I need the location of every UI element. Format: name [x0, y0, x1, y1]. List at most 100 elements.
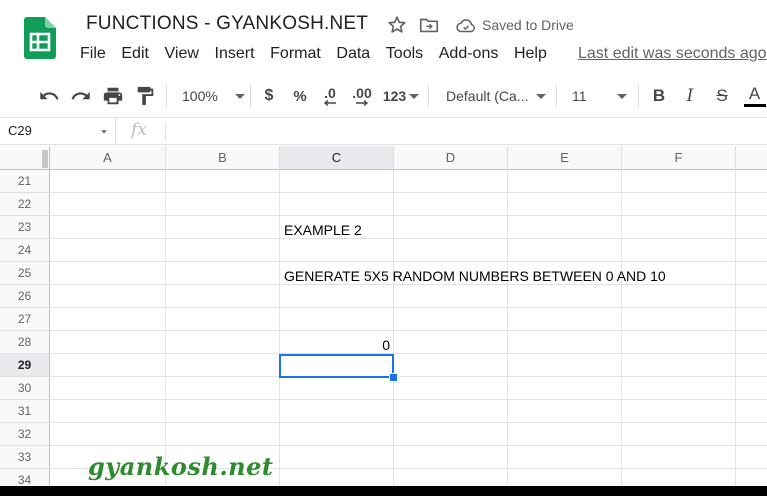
redo-icon	[71, 91, 90, 100]
spreadsheet-grid: A B C D E F 21 22 23 24 25 26 27 28 29 3…	[0, 146, 767, 486]
text-color-label: A	[748, 84, 761, 103]
row-header-33[interactable]: 33	[0, 446, 50, 469]
column-header-a[interactable]: A	[50, 146, 166, 170]
more-formats-label: 123	[382, 88, 407, 104]
cell-c28[interactable]: 0	[280, 337, 390, 353]
menu-edit[interactable]: Edit	[121, 45, 149, 65]
menu-data[interactable]: Data	[336, 45, 370, 65]
row-header-25[interactable]: 25	[0, 262, 50, 285]
decrease-decimal-button[interactable]: .0	[317, 76, 343, 116]
redo-button[interactable]	[68, 76, 94, 116]
row-header-34[interactable]: 34	[0, 469, 50, 486]
paint-format-button[interactable]	[132, 76, 158, 116]
grid-line	[50, 284, 767, 285]
menu-tools[interactable]: Tools	[386, 45, 423, 65]
title-bar: FUNCTIONS - GYANKOSH.NET Saved to Drive …	[0, 0, 767, 72]
decrease-decimal-label: .0	[324, 85, 336, 101]
text-color-button[interactable]: A	[742, 76, 767, 116]
font-size-select[interactable]: 11	[564, 76, 632, 116]
currency-format-button[interactable]: $	[258, 76, 280, 116]
menu-file[interactable]: File	[80, 45, 106, 65]
saved-status[interactable]: Saved to Drive	[482, 17, 574, 33]
increase-decimal-label: .00	[352, 85, 372, 101]
cell-c25[interactable]: GENERATE 5X5 RANDOM NUMBERS BETWEEN 0 AN…	[284, 268, 666, 284]
name-box-value: C29	[8, 123, 32, 138]
grid-line	[50, 215, 767, 216]
bold-label: B	[652, 86, 666, 105]
formula-input[interactable]	[170, 118, 760, 144]
grid-line	[50, 399, 767, 400]
row-header-30[interactable]: 30	[0, 377, 50, 400]
print-icon	[103, 87, 123, 105]
percent-format-button[interactable]: %	[289, 76, 311, 116]
menu-insert[interactable]: Insert	[215, 45, 255, 65]
cell-c23[interactable]: EXAMPLE 2	[284, 222, 362, 238]
column-header-g[interactable]	[736, 146, 767, 170]
selected-cell-c29[interactable]	[279, 354, 394, 378]
paint-format-icon	[137, 86, 154, 106]
star-icon[interactable]	[386, 14, 408, 36]
grid-line	[50, 376, 767, 377]
column-header-b[interactable]: B	[166, 146, 280, 170]
toolbar-divider	[250, 85, 251, 107]
more-formats-button[interactable]: 123	[381, 76, 421, 116]
row-header-31[interactable]: 31	[0, 400, 50, 423]
select-all-corner[interactable]	[0, 146, 50, 170]
menu-help[interactable]: Help	[514, 45, 547, 65]
toolbar-divider	[428, 85, 429, 107]
formula-divider	[165, 122, 166, 140]
toolbar: 100% $ % .0 .00 123 Default (Ca... 11 B …	[0, 76, 767, 116]
row-header-22[interactable]: 22	[0, 193, 50, 216]
undo-button[interactable]	[36, 76, 62, 116]
last-edit-link[interactable]: Last edit was seconds ago	[578, 45, 767, 63]
fill-handle[interactable]	[389, 373, 398, 382]
menu-add-ons[interactable]: Add-ons	[439, 45, 499, 65]
grid-line	[735, 170, 736, 486]
grid-line	[50, 422, 767, 423]
italic-button[interactable]: I	[679, 76, 701, 116]
column-header-c[interactable]: C	[280, 146, 394, 170]
percent-label: %	[293, 87, 307, 105]
grid-line	[50, 445, 767, 446]
grid-line	[507, 170, 508, 486]
cell-area[interactable]: EXAMPLE 2 GENERATE 5X5 RANDOM NUMBERS BE…	[50, 170, 767, 486]
arrow-right-icon	[356, 100, 369, 106]
font-family-select[interactable]: Default (Ca...	[440, 76, 550, 116]
menu-format[interactable]: Format	[270, 45, 321, 65]
grid-line	[50, 353, 767, 354]
undo-icon	[40, 91, 59, 100]
row-header-26[interactable]: 26	[0, 285, 50, 308]
print-button[interactable]	[100, 76, 126, 116]
zoom-select[interactable]: 100%	[176, 76, 245, 116]
strikethrough-button[interactable]: S	[711, 76, 733, 116]
bold-button[interactable]: B	[648, 76, 670, 116]
toolbar-divider	[638, 85, 639, 107]
italic-label: I	[686, 86, 694, 106]
row-header-27[interactable]: 27	[0, 308, 50, 331]
row-header-24[interactable]: 24	[0, 239, 50, 262]
row-header-29[interactable]: 29	[0, 354, 50, 377]
column-header-f[interactable]: F	[622, 146, 736, 170]
freeze-handle[interactable]	[42, 150, 48, 168]
cloud-done-icon[interactable]	[455, 15, 477, 37]
column-header-d[interactable]: D	[394, 146, 508, 170]
chevron-down-icon	[409, 93, 420, 99]
row-header-32[interactable]: 32	[0, 423, 50, 446]
grid-line	[50, 330, 767, 331]
zoom-value: 100%	[182, 88, 218, 104]
move-to-folder-icon[interactable]	[418, 14, 440, 36]
row-header-21[interactable]: 21	[0, 170, 50, 193]
menu-view[interactable]: View	[165, 45, 199, 65]
chevron-down-icon	[616, 93, 627, 99]
column-header-e[interactable]: E	[508, 146, 622, 170]
increase-decimal-button[interactable]: .00	[348, 76, 376, 116]
name-box[interactable]: C29	[0, 118, 116, 144]
row-header-23[interactable]: 23	[0, 216, 50, 239]
document-title[interactable]: FUNCTIONS - GYANKOSH.NET	[86, 13, 368, 35]
sheets-logo-icon[interactable]	[24, 17, 56, 59]
grid-line	[50, 307, 767, 308]
font-family-value: Default (Ca...	[446, 88, 529, 104]
chevron-down-icon	[536, 93, 547, 99]
row-header-28[interactable]: 28	[0, 331, 50, 354]
fx-icon: fx	[131, 120, 147, 140]
